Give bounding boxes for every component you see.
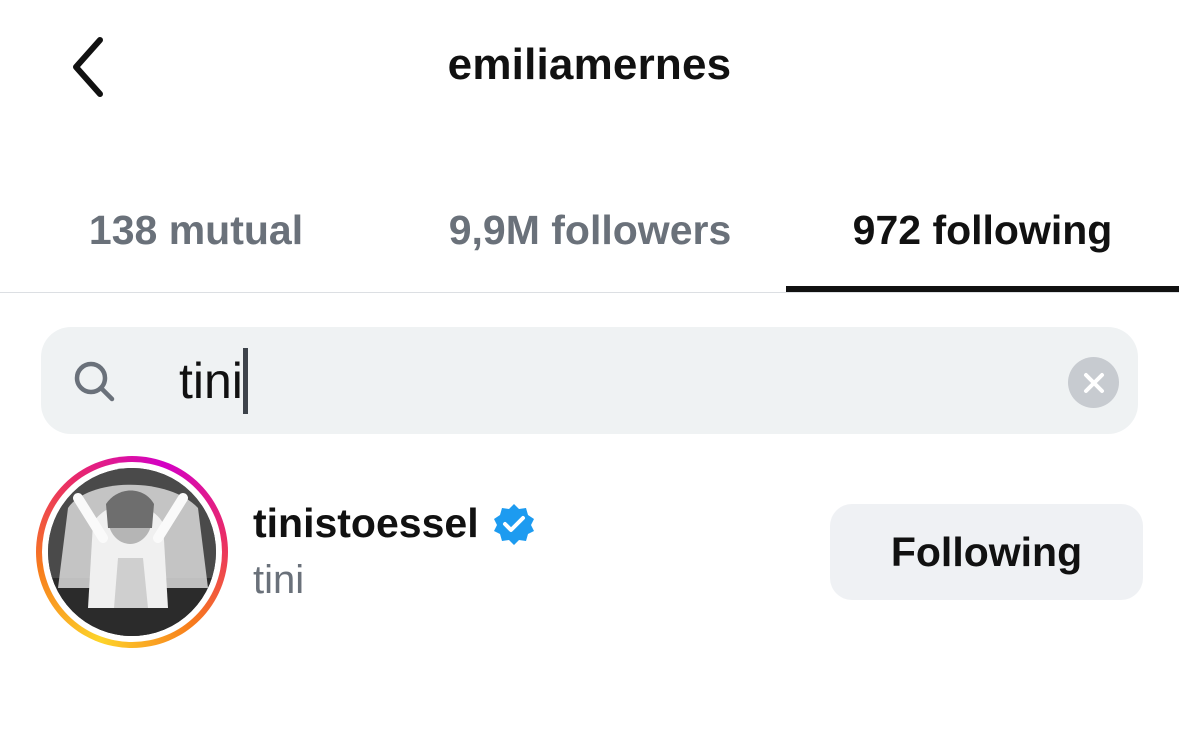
full-name: tini xyxy=(253,558,305,602)
tab-following[interactable]: 972 following xyxy=(786,180,1179,280)
header-bar: emiliamernes xyxy=(0,0,1179,140)
verified-badge-icon xyxy=(494,504,534,545)
avatar xyxy=(48,468,216,636)
avatar-photo xyxy=(48,468,216,636)
search-bar[interactable]: tini xyxy=(41,327,1138,434)
clear-search-button[interactable] xyxy=(1068,357,1119,408)
text-cursor xyxy=(243,348,248,414)
tab-followers[interactable]: 9,9M followers xyxy=(400,180,780,280)
close-icon xyxy=(1083,372,1104,393)
username[interactable]: tinistoessel xyxy=(253,500,479,547)
search-icon xyxy=(74,361,115,402)
tab-mutual[interactable]: 138 mutual xyxy=(40,180,352,280)
page-title: emiliamernes xyxy=(447,40,732,89)
following-button[interactable]: Following xyxy=(830,504,1143,600)
tab-divider xyxy=(0,292,1179,293)
list-item[interactable]: tinistoessel tini Following xyxy=(0,450,1179,660)
story-ring[interactable] xyxy=(36,456,228,648)
tab-bar: 138 mutual 9,9M followers 972 following xyxy=(0,180,1179,294)
search-input[interactable]: tini xyxy=(179,353,243,409)
